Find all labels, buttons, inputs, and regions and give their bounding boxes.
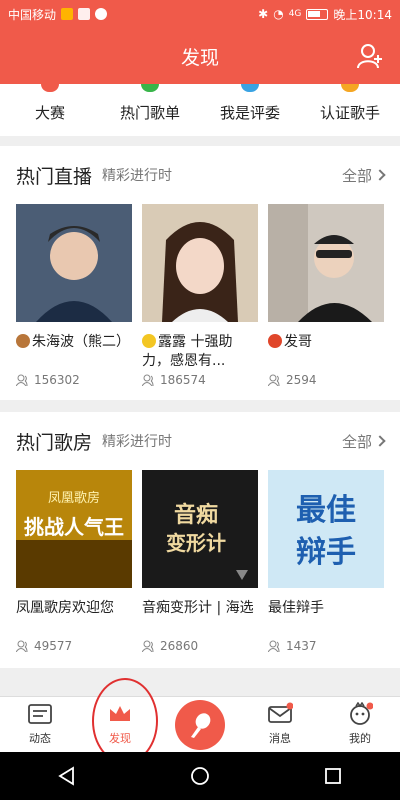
room-card[interactable]: 凤凰歌房 挑战人气王 凤凰歌房欢迎您 49577 xyxy=(16,470,132,653)
viewers-icon xyxy=(16,640,28,652)
sing-button[interactable] xyxy=(175,700,225,750)
top-bar: 发现 xyxy=(0,28,400,84)
home-icon[interactable] xyxy=(189,765,211,787)
live-thumbnail xyxy=(142,204,258,322)
room-art-top: 凤凰歌房 xyxy=(48,490,100,506)
tab-messages[interactable]: 消息 xyxy=(240,697,320,752)
quick-link-label: 认证歌手 xyxy=(319,104,380,122)
viewers-icon xyxy=(268,640,280,652)
viewers-icon xyxy=(142,374,154,386)
card-title: 最佳辩手 xyxy=(268,600,324,616)
quick-link-hot-playlists[interactable]: 热门歌单 xyxy=(100,84,200,136)
room-art-top: 音痴 xyxy=(174,502,218,528)
back-icon[interactable] xyxy=(56,765,78,787)
room-card[interactable]: 最佳 辩手 最佳辩手 1437 xyxy=(268,470,384,653)
live-card[interactable]: 朱海波（熊二） 156302 xyxy=(16,204,132,387)
room-art-main: 变形计 xyxy=(166,531,226,555)
view-all-rooms-button[interactable]: 全部 xyxy=(341,431,386,452)
room-art-main: 辩手 xyxy=(296,535,356,570)
live-card[interactable]: 露露 十强助力，感恩有... 186574 xyxy=(142,204,258,387)
viewer-count: 2594 xyxy=(268,373,384,387)
tab-me[interactable]: 我的 xyxy=(320,697,400,752)
carrier-label: 中国移动 xyxy=(8,7,57,22)
quick-links: 大赛 热门歌单 我是评委 认证歌手 xyxy=(0,84,400,136)
bluetooth-icon: ✱ xyxy=(258,7,269,21)
view-all-label: 全部 xyxy=(341,432,372,451)
viewers-icon xyxy=(268,374,280,386)
room-thumbnail: 凤凰歌房 挑战人气王 xyxy=(16,470,132,588)
quick-link-label: 我是评委 xyxy=(219,104,280,122)
room-thumbnail: 最佳 辩手 xyxy=(268,470,384,588)
room-card[interactable]: 音痴 变形计 音痴变形计 | 海选 26860 xyxy=(142,470,258,653)
live-thumbnail xyxy=(16,204,132,322)
section-title: 热门直播 xyxy=(16,165,93,188)
profile-icon xyxy=(350,702,373,725)
quick-link-judge[interactable]: 我是评委 xyxy=(200,84,300,136)
certified-icon xyxy=(341,84,359,92)
room-thumbnail: 音痴 变形计 xyxy=(142,470,258,588)
card-title: 凤凰歌房欢迎您 xyxy=(16,600,114,616)
viewer-count: 49577 xyxy=(16,639,132,653)
viewer-count: 156302 xyxy=(16,373,132,387)
live-card[interactable]: 发哥 2594 xyxy=(268,204,384,387)
trophy-icon xyxy=(41,84,59,92)
viewers-icon xyxy=(16,374,28,386)
view-all-label: 全部 xyxy=(341,166,372,185)
section-subtitle: 精彩进行时 xyxy=(102,434,173,450)
hot-rooms-section: 热门歌房 精彩进行时 全部 凤凰歌房 挑战人气王 凤凰歌房欢迎您 49577 音… xyxy=(0,412,400,668)
card-title: 发哥 xyxy=(268,333,384,371)
tab-label: 动态 xyxy=(29,732,51,745)
hot-live-section: 热门直播 精彩进行时 全部 朱海波（熊二） 156302 露露 十强助力，感恩有… xyxy=(0,146,400,400)
mushroom-emoji-icon xyxy=(268,334,282,348)
chevron-right-icon xyxy=(374,435,386,447)
microphone-icon xyxy=(191,713,211,738)
page-title: 发现 xyxy=(180,46,219,69)
battery-icon xyxy=(306,8,329,20)
section-title: 热门歌房 xyxy=(16,431,93,454)
card-title: 露露 十强助力，感恩有... xyxy=(142,334,233,369)
tab-feed[interactable]: 动态 xyxy=(0,697,80,752)
sun-emoji-icon xyxy=(142,334,156,348)
card-title: 朱海波（熊二） xyxy=(16,333,132,371)
quick-link-label: 热门歌单 xyxy=(119,104,180,122)
chat-icon xyxy=(95,8,108,20)
viewers-icon xyxy=(142,640,154,652)
judge-icon xyxy=(241,84,259,92)
mail-icon xyxy=(78,8,91,20)
envelope-icon xyxy=(268,702,293,723)
section-subtitle: 精彩进行时 xyxy=(102,168,173,184)
quick-link-label: 大赛 xyxy=(34,104,65,122)
feed-icon xyxy=(28,704,52,724)
viewer-count: 186574 xyxy=(142,373,258,387)
flame-icon xyxy=(61,8,74,20)
tab-label: 消息 xyxy=(269,732,291,745)
viewer-count: 1437 xyxy=(268,639,384,653)
music-list-icon xyxy=(141,84,159,92)
status-bar: 中国移动 ✱ ◔ 4G 晚上10:14 xyxy=(0,0,400,28)
card-title: 音痴变形计 | 海选 xyxy=(142,600,254,616)
quick-link-contest[interactable]: 大赛 xyxy=(0,84,100,136)
clock: 晚上10:14 xyxy=(333,7,392,22)
room-art-top: 最佳 xyxy=(296,493,356,528)
view-all-live-button[interactable]: 全部 xyxy=(341,165,386,186)
network-label: 4G xyxy=(288,9,302,19)
tab-label: 我的 xyxy=(349,732,371,745)
chevron-right-icon xyxy=(374,169,386,181)
wifi-icon: ◔ xyxy=(273,7,284,21)
room-art-main: 挑战人气王 xyxy=(24,515,124,539)
add-friend-icon[interactable] xyxy=(356,42,384,70)
live-thumbnail xyxy=(268,204,384,322)
quick-link-certified-singer[interactable]: 认证歌手 xyxy=(300,84,400,136)
viewer-count: 26860 xyxy=(142,639,258,653)
recents-icon[interactable] xyxy=(322,765,344,787)
bear-emoji-icon xyxy=(16,334,30,348)
system-nav-bar xyxy=(0,752,400,800)
